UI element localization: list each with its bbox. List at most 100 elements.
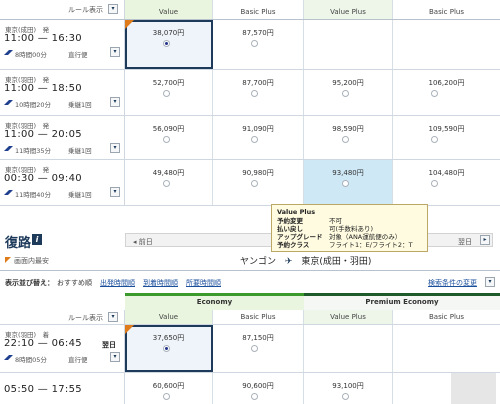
fare-cell[interactable]: 98,590円 <box>304 116 393 159</box>
info-icon[interactable]: i <box>32 234 42 245</box>
fare-radio[interactable] <box>342 180 349 187</box>
fare-cell[interactable]: 38,070円 <box>125 20 213 69</box>
fare-cell[interactable]: 95,200円 <box>304 70 393 115</box>
fare-radio[interactable] <box>163 136 170 143</box>
fare-price: 87,150円 <box>242 334 274 342</box>
flight-duration: 8時間00分 <box>15 51 47 59</box>
flight-info: 東京(羽田) 着 22:10 — 06:45 翌日 8時間05分 直行便 ▾ <box>0 325 125 372</box>
tooltip-title: Value Plus <box>277 208 316 216</box>
fare-radio[interactable] <box>163 393 170 400</box>
fare-radio[interactable] <box>251 180 258 187</box>
fare-price: 52,700円 <box>152 79 185 87</box>
sort-option-arrival[interactable]: 到着時間順 <box>143 278 178 288</box>
fare-cell[interactable]: 93,100円 <box>304 373 393 404</box>
tooltip-value: 可(手数料あり) <box>329 225 374 233</box>
fare-radio[interactable] <box>251 90 258 97</box>
fare-radio[interactable] <box>163 180 170 187</box>
fare-price: 90,600円 <box>242 382 274 390</box>
flight-times: 11:00 — 16:30 <box>4 33 82 44</box>
fare-header-prem-basic: Basic Plus <box>393 310 500 324</box>
fare-cell[interactable]: 109,590円 <box>393 116 500 159</box>
fare-cell-hovered[interactable]: 93,480円 <box>304 160 393 205</box>
fare-header-label: Basic Plus <box>428 313 464 321</box>
fare-radio[interactable] <box>251 40 258 47</box>
fare-price: 90,980円 <box>242 169 274 177</box>
rule-dropdown-button[interactable]: ▾ <box>108 312 118 322</box>
fare-price: 106,200円 <box>428 79 465 87</box>
change-search-button[interactable]: ▾ <box>485 277 495 287</box>
next-day-link[interactable]: 翌日 <box>458 237 472 247</box>
fare-radio[interactable] <box>163 90 170 97</box>
fare-radio[interactable] <box>163 345 170 352</box>
fare-cell[interactable]: 37,650円 <box>125 325 213 372</box>
fare-radio[interactable] <box>251 393 258 400</box>
tooltip-label: 払い戻し <box>277 225 303 233</box>
expand-details-button[interactable]: ▾ <box>110 187 120 197</box>
fare-price: 98,590円 <box>332 125 364 133</box>
tooltip-label: アップグレード <box>277 233 323 241</box>
next-day-badge: 翌日 <box>102 341 116 349</box>
divider <box>0 270 500 271</box>
fare-price: 38,070円 <box>152 29 185 37</box>
fare-cell[interactable]: 91,090円 <box>213 116 304 159</box>
prev-day-link[interactable]: ◂ 前日 <box>133 237 153 247</box>
next-day-arrow-button[interactable]: ▸ <box>480 235 490 245</box>
tooltip-value: 対象（ANA運航便のみ） <box>329 233 402 241</box>
fare-price: 95,200円 <box>332 79 364 87</box>
rule-dropdown-button[interactable]: ▾ <box>108 4 118 14</box>
fare-cell-empty <box>304 325 393 372</box>
transfer-count: 乗継1回 <box>68 147 92 155</box>
fare-cell[interactable]: 49,480円 <box>125 160 213 205</box>
fare-header-label: Value <box>158 8 179 16</box>
tooltip-row: 予約クラス フライト1：E/フライト2：T <box>277 241 422 249</box>
fare-cell[interactable]: 87,700円 <box>213 70 304 115</box>
flight-duration: 8時間05分 <box>15 356 47 364</box>
expand-details-button[interactable]: ▾ <box>110 97 120 107</box>
fare-price: 87,700円 <box>242 79 274 87</box>
sort-option-departure[interactable]: 出発時間順 <box>100 278 135 288</box>
flight-times: 05:50 — 17:55 <box>4 384 82 395</box>
expand-details-button[interactable]: ▾ <box>110 352 120 362</box>
fare-radio[interactable] <box>431 90 438 97</box>
fare-radio[interactable] <box>431 180 438 187</box>
expand-details-button[interactable]: ▾ <box>110 143 120 153</box>
tooltip-label: 予約クラス <box>277 241 310 249</box>
rule-display-label: ルール表示 <box>68 6 103 14</box>
fare-cell[interactable]: 52,700円 <box>125 70 213 115</box>
fare-cell[interactable]: 87,150円 <box>213 325 304 372</box>
sort-option-recommended[interactable]: おすすめ順 <box>57 278 92 288</box>
fare-radio[interactable] <box>251 136 258 143</box>
prev-day-label: 前日 <box>138 238 153 246</box>
change-search-link[interactable]: 検索条件の変更 <box>428 278 477 288</box>
fare-header-label: Value <box>158 313 179 321</box>
return-title-bar: 復路 i <box>0 228 125 252</box>
tooltip-label: 予約変更 <box>277 217 303 225</box>
fare-price: 60,600円 <box>152 382 185 390</box>
fare-radio[interactable] <box>163 40 170 47</box>
premium-cabin-header: Premium Economy <box>304 293 500 310</box>
fare-cell[interactable]: 106,200円 <box>393 70 500 115</box>
fare-cell[interactable]: 90,980円 <box>213 160 304 205</box>
return-title: 復路 <box>5 236 32 251</box>
fare-cell[interactable]: 90,600円 <box>213 373 304 404</box>
fare-price: 87,570円 <box>242 29 274 37</box>
fare-price: 109,590円 <box>428 125 465 133</box>
fare-radio[interactable] <box>251 345 258 352</box>
fare-header-label: Basic Plus <box>240 313 276 321</box>
flight-times: 11:00 — 18:50 <box>4 83 82 94</box>
fare-cell[interactable]: 87,570円 <box>213 20 304 69</box>
fare-radio[interactable] <box>342 136 349 143</box>
expand-details-button[interactable]: ▾ <box>110 47 120 57</box>
fare-price: 104,480円 <box>428 169 465 177</box>
fare-cell-empty <box>393 20 500 69</box>
flight-info: 東京(羽田) 発 00:30 — 09:40 11時間40分 乗継1回 ▾ <box>0 160 125 205</box>
fare-radio[interactable] <box>342 393 349 400</box>
fare-cell[interactable]: 60,600円 <box>125 373 213 404</box>
sort-option-duration[interactable]: 所要時間順 <box>186 278 221 288</box>
fare-cell[interactable]: 104,480円 <box>393 160 500 205</box>
fare-radio[interactable] <box>431 136 438 143</box>
sort-label: 表示並び替え： <box>5 279 54 287</box>
fare-price: 56,090円 <box>152 125 185 133</box>
fare-radio[interactable] <box>342 90 349 97</box>
fare-cell[interactable]: 56,090円 <box>125 116 213 159</box>
